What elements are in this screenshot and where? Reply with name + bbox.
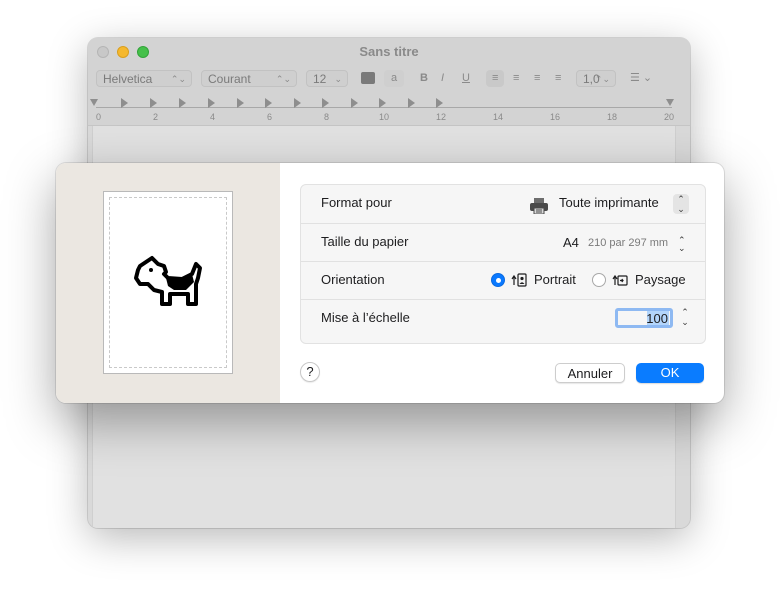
format-for-value[interactable]: Toute imprimante [559, 195, 659, 210]
printer-icon [530, 198, 548, 214]
page-setup-form: Format pour Toute imprimante ⌃ ⌄ Taille d… [300, 184, 706, 344]
font-family-popup[interactable]: Helvetica ⌃⌄ [96, 70, 192, 87]
align-right-icon[interactable]: ≡ [528, 70, 546, 87]
chevron-down-icon: ⌄ [334, 74, 342, 84]
text-color-swatch[interactable] [361, 72, 375, 84]
ruler-tick-label: 18 [607, 112, 618, 122]
left-indent-marker[interactable] [90, 99, 98, 106]
page-setup-sheet: Format pour Toute imprimante ⌃ ⌄ Taille d… [56, 163, 724, 403]
ruler-tick-label: 0 [96, 112, 102, 122]
tab-stop-marker[interactable] [379, 98, 386, 108]
ruler-tick-label: 12 [436, 112, 447, 122]
page-preview-pane [56, 163, 280, 403]
tab-stop-marker[interactable] [150, 98, 157, 108]
tab-stop-marker[interactable] [179, 98, 186, 108]
ruler-tick-label: 14 [493, 112, 504, 122]
ruler-tick-label: 2 [153, 112, 159, 122]
highlight-color-icon[interactable]: a [384, 70, 404, 87]
help-button[interactable]: ? [300, 362, 320, 382]
portrait-label[interactable]: Portrait [534, 272, 576, 287]
ok-button[interactable]: OK [636, 363, 704, 383]
scale-stepper[interactable]: ⌃ ⌄ [679, 307, 691, 331]
bold-button[interactable]: B [414, 70, 434, 87]
align-justify-icon[interactable]: ≡ [549, 70, 567, 87]
landscape-label[interactable]: Paysage [635, 272, 686, 287]
format-bar: Helvetica ⌃⌄ Courant ⌃⌄ 12 ⌄ a B I U ≡ ≡… [88, 68, 690, 90]
tab-stop-marker[interactable] [436, 98, 443, 108]
font-family-value: Helvetica [103, 72, 153, 86]
underline-button[interactable]: U [456, 70, 476, 87]
list-bullets-icon[interactable]: ☰ ⌄ [624, 70, 658, 87]
align-center-icon[interactable]: ≡ [507, 70, 525, 87]
font-size-combo[interactable]: 12 ⌄ [306, 70, 348, 87]
line-spacing-popup[interactable]: 1,0 ⌃⌄ [576, 70, 616, 87]
format-for-label: Format pour [321, 195, 392, 210]
ruler-tick-label: 10 [379, 112, 390, 122]
italic-button[interactable]: I [435, 70, 450, 87]
tab-stop-marker[interactable] [265, 98, 272, 108]
scale-label: Mise à l’échelle [321, 310, 410, 325]
tab-stop-marker[interactable] [322, 98, 329, 108]
format-for-popup-chevron-icon[interactable]: ⌃ ⌄ [673, 194, 689, 214]
font-style-value: Courant [208, 72, 251, 86]
scale-row: Mise à l’échelle ⌃⌄ [301, 299, 705, 338]
landscape-orientation-icon [612, 274, 628, 286]
landscape-radio[interactable] [592, 273, 606, 287]
align-left-icon[interactable]: ≡ [486, 70, 505, 87]
cancel-button[interactable]: Annuler [555, 363, 625, 383]
tab-stop-marker[interactable] [294, 98, 301, 108]
tab-stop-marker[interactable] [351, 98, 358, 108]
chevron-updown-icon: ⌃⌄ [275, 74, 291, 84]
format-for-row: Format pour Toute imprimante ⌃ ⌄ [301, 185, 705, 223]
scale-input[interactable] [615, 308, 673, 328]
ruler-tick-label: 8 [324, 112, 330, 122]
paper-size-row: Taille du papier A4 210 par 297 mm ⌃ ⌄ [301, 223, 705, 262]
paper-size-label: Taille du papier [321, 234, 409, 249]
orientation-label: Orientation [321, 272, 385, 287]
chevron-updown-icon: ⌃⌄ [170, 74, 186, 84]
font-style-popup[interactable]: Courant ⌃⌄ [201, 70, 297, 87]
portrait-orientation-icon [511, 273, 527, 287]
title-bar: Sans titre [88, 38, 690, 66]
ruler-tick-label: 16 [550, 112, 561, 122]
paper-size-name[interactable]: A4 [563, 235, 579, 250]
portrait-radio[interactable] [491, 273, 505, 287]
tab-stop-marker[interactable] [121, 98, 128, 108]
ruler: 0 2 4 6 8 10 12 14 16 18 20 [88, 95, 690, 126]
ruler-tick-label: 4 [210, 112, 216, 122]
tab-stop-marker[interactable] [237, 98, 244, 108]
ruler-tick-label: 6 [267, 112, 273, 122]
paper-preview [103, 191, 233, 374]
ruler-tick-label: 20 [664, 112, 675, 122]
window-title: Sans titre [359, 44, 419, 59]
tab-stop-marker[interactable] [408, 98, 415, 108]
chevron-updown-icon: ⌃⌄ [594, 74, 610, 84]
paper-size-chevron-icon[interactable]: ⌃ ⌄ [678, 236, 686, 253]
tab-stop-marker[interactable] [208, 98, 215, 108]
font-size-value: 12 [313, 72, 327, 86]
paper-size-dimensions[interactable]: 210 par 297 mm [588, 237, 668, 249]
right-indent-marker[interactable] [666, 99, 674, 106]
orientation-row: Orientation Portrait Paysage [301, 261, 705, 300]
dogcow-icon [134, 256, 202, 306]
